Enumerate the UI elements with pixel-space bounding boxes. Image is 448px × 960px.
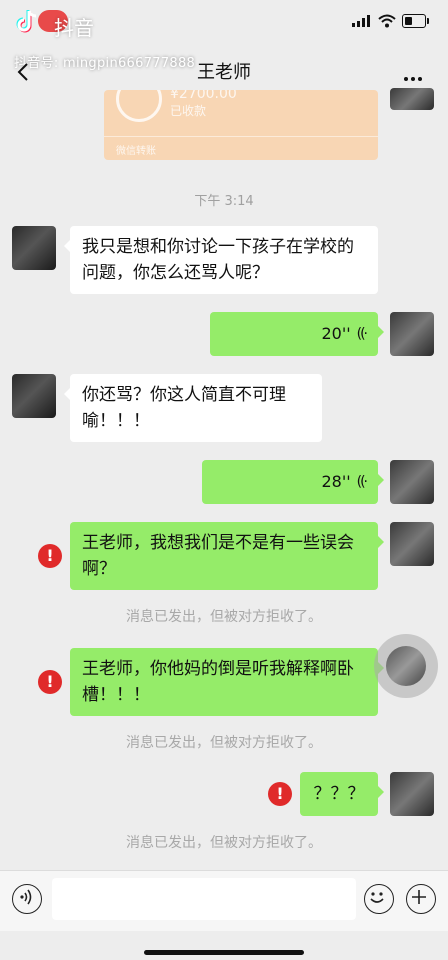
error-icon[interactable]: !	[38, 670, 62, 694]
voice-wave-icon: ((·	[356, 474, 368, 490]
voice-message-bubble[interactable]: 20'' ((·	[210, 312, 384, 356]
avatar[interactable]	[12, 374, 56, 418]
message-text: 你还骂？你这人简直不可理喻！！！	[82, 385, 286, 431]
emoji-icon[interactable]	[364, 884, 394, 914]
transfer-card[interactable]: ¥2700.00 已收款 微信转账	[104, 90, 378, 160]
message-bubble[interactable]: 王老师，我想我们是不是有一些误会啊？	[70, 522, 384, 590]
avatar[interactable]	[390, 312, 434, 356]
error-icon[interactable]: !	[38, 544, 62, 568]
home-indicator[interactable]	[144, 950, 304, 955]
check-circle-icon	[116, 90, 162, 122]
voice-input-icon[interactable]	[12, 884, 42, 914]
message-bubble[interactable]: 王老师，你他妈的倒是听我解释啊卧槽！！！	[70, 648, 384, 716]
error-icon[interactable]: !	[268, 782, 292, 806]
watermark-app-name: 抖音	[54, 16, 94, 40]
more-options-icon[interactable]	[404, 66, 425, 85]
message-input[interactable]	[52, 878, 356, 920]
avatar[interactable]	[12, 226, 56, 270]
voice-message-bubble[interactable]: 28'' ((·	[202, 460, 384, 504]
rejected-notice: 消息已发出，但被对方拒收了。	[126, 835, 322, 851]
transfer-divider	[104, 136, 378, 137]
add-attachment-icon[interactable]	[406, 884, 436, 914]
battery-icon	[402, 14, 429, 28]
transfer-amount: ¥2700.00	[170, 90, 237, 102]
transfer-footer: 微信转账	[116, 146, 156, 157]
wifi-icon	[378, 14, 396, 28]
chat-title: 王老师	[197, 62, 251, 83]
avatar[interactable]	[390, 88, 434, 110]
avatar[interactable]	[390, 522, 434, 566]
voice-wave-icon: ((·	[356, 326, 368, 342]
voice-duration: 20''	[321, 324, 351, 343]
floating-window-ball[interactable]	[374, 634, 438, 698]
message-text: 王老师，你他妈的倒是听我解释啊卧槽！！！	[82, 659, 354, 705]
message-bubble[interactable]: ？？？	[300, 772, 384, 816]
cellular-signal-icon	[352, 15, 370, 27]
timestamp: 下午 3:14	[194, 194, 254, 209]
message-text: 我只是想和你讨论一下孩子在学校的问题，你怎么还骂人呢？	[82, 237, 354, 283]
avatar[interactable]	[390, 460, 434, 504]
voice-duration: 28''	[321, 472, 351, 491]
rejected-notice: 消息已发出，但被对方拒收了。	[126, 609, 322, 625]
avatar[interactable]	[390, 772, 434, 816]
message-text: 王老师，我想我们是不是有一些误会啊？	[82, 533, 354, 579]
rejected-notice: 消息已发出，但被对方拒收了。	[126, 735, 322, 751]
message-bubble[interactable]: 我只是想和你讨论一下孩子在学校的问题，你怎么还骂人呢？	[64, 226, 378, 294]
transfer-status: 已收款	[170, 104, 207, 118]
message-bubble[interactable]: 你还骂？你这人简直不可理喻！！！	[64, 374, 322, 442]
message-text: ？？？	[313, 784, 365, 804]
